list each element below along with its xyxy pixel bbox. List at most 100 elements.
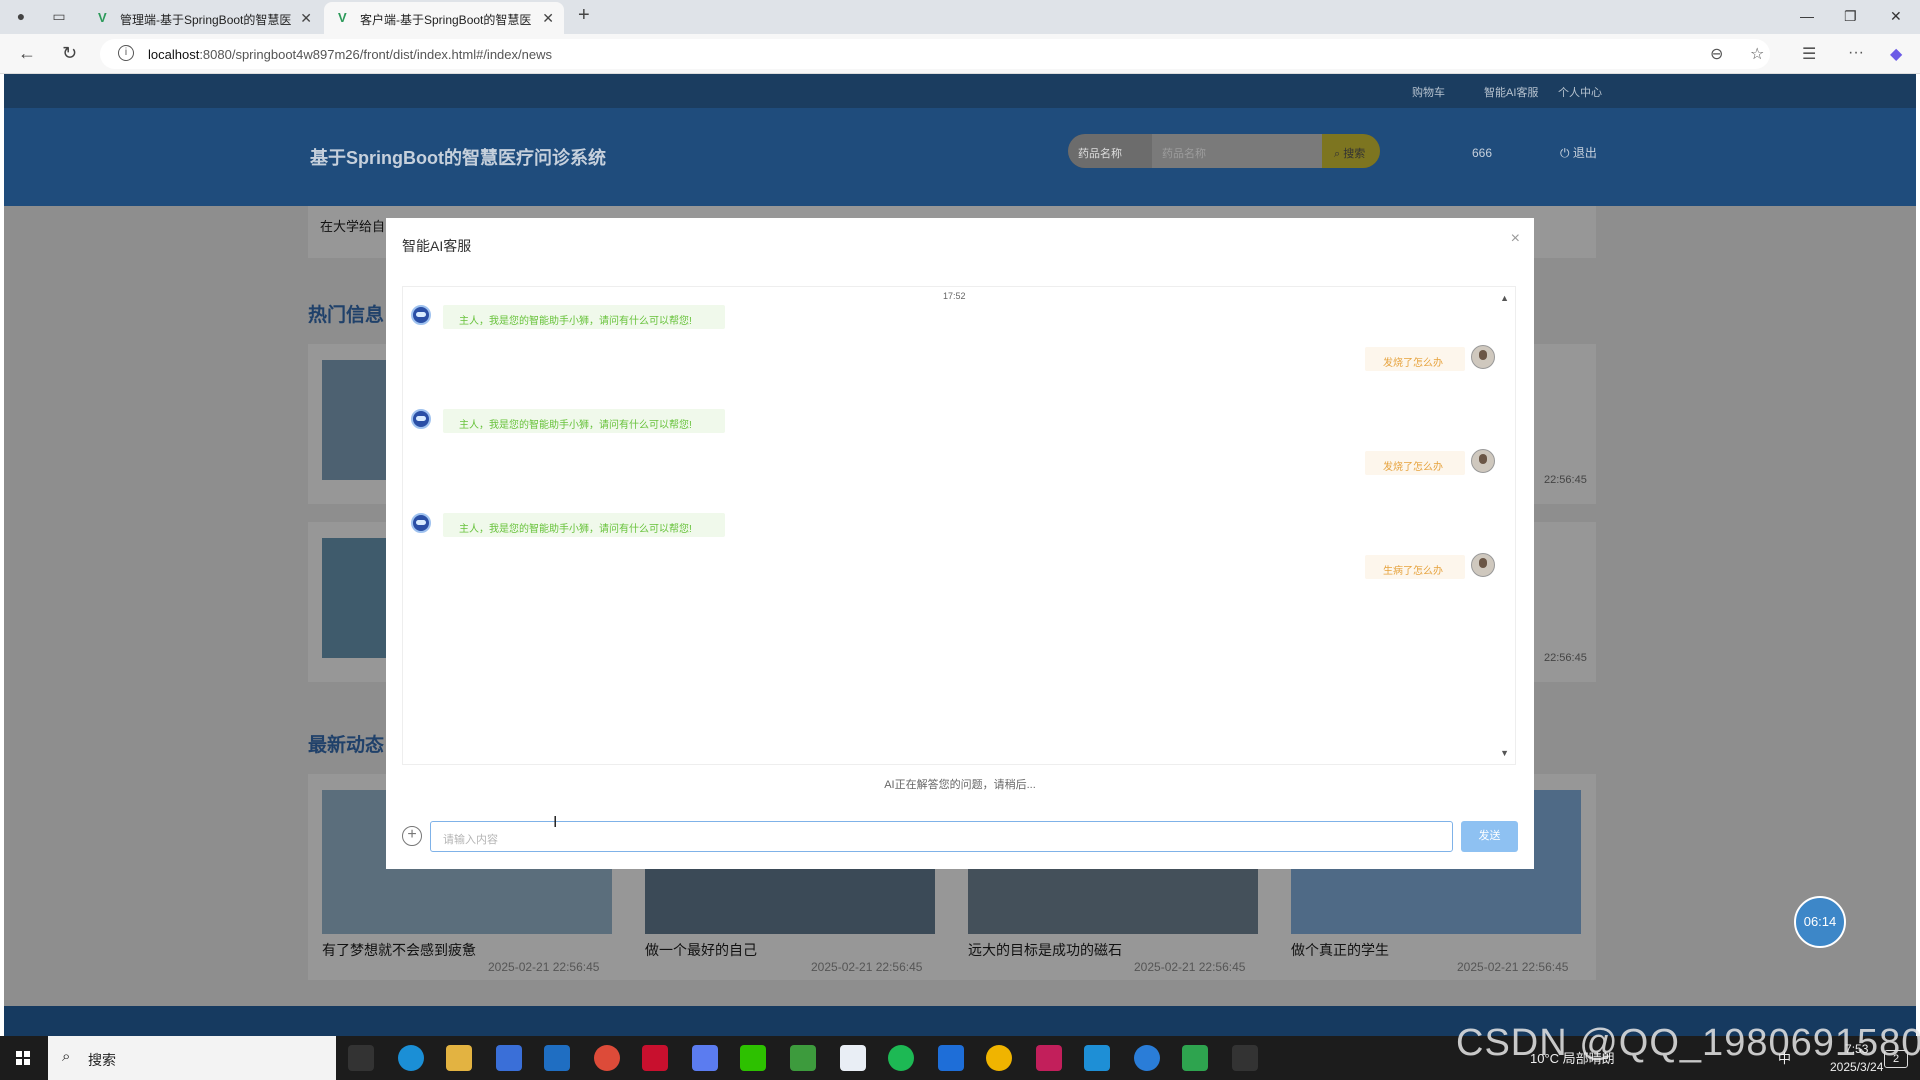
- new-tab-icon[interactable]: +: [578, 4, 590, 27]
- search-button[interactable]: ⌕ 搜索: [1322, 134, 1380, 168]
- vue-favicon-icon: V: [338, 10, 347, 25]
- app-icon[interactable]: [1182, 1045, 1208, 1071]
- search-button-label: 搜索: [1343, 148, 1366, 160]
- store-icon[interactable]: [496, 1045, 522, 1071]
- task-view-icon[interactable]: [348, 1045, 374, 1071]
- top-links-bar: 购物车 智能AI客服 个人中心: [4, 74, 1916, 108]
- app-icon[interactable]: [1134, 1045, 1160, 1071]
- site-logo[interactable]: 基于SpringBoot的智慧医疗问诊系统: [310, 144, 606, 170]
- url-host: localhost: [148, 47, 200, 62]
- logout-link[interactable]: ⏻ 退出: [1560, 144, 1597, 161]
- search-type-select[interactable]: 药品名称: [1068, 134, 1152, 168]
- cart-link[interactable]: 购物车: [1412, 84, 1445, 100]
- hot-date: 22:56:45: [1544, 474, 1587, 486]
- send-button[interactable]: 发送: [1461, 821, 1518, 852]
- hot-section-title: 热门信息: [308, 305, 385, 326]
- app-icon[interactable]: [986, 1045, 1012, 1071]
- site-search: 药品名称 药品名称 ⌕ 搜索: [1068, 134, 1380, 168]
- wps-icon[interactable]: [642, 1045, 668, 1071]
- favorites-icon[interactable]: ☰: [1802, 44, 1816, 64]
- username[interactable]: 666: [1472, 146, 1492, 160]
- news-date: 2025-02-21 22:56:45: [1134, 960, 1246, 974]
- restore-icon[interactable]: ❐: [1844, 8, 1857, 25]
- latest-section-title: 最新动态: [308, 735, 385, 756]
- user-message: 发烧了怎么办: [1365, 347, 1465, 371]
- ai-service-link[interactable]: 智能AI客服: [1484, 84, 1538, 100]
- news-date: 2025-02-21 22:56:45: [811, 960, 923, 974]
- back-icon[interactable]: ←: [18, 43, 36, 64]
- taskbar-search[interactable]: ⌕ 搜索: [48, 1036, 336, 1080]
- timer-badge[interactable]: 06:14: [1794, 896, 1846, 948]
- app-icon[interactable]: [840, 1045, 866, 1071]
- url-path: :8080/springboot4w897m26/front/dist/inde…: [199, 47, 552, 62]
- bot-message: 主人，我是您的智能助手小狮，请问有什么可以帮您!: [443, 513, 725, 537]
- chart-app-icon[interactable]: [790, 1045, 816, 1071]
- copilot-icon[interactable]: ◆: [1890, 44, 1902, 64]
- chat-timestamp: 17:52: [943, 291, 966, 301]
- taskbar-search-label: 搜索: [88, 1052, 116, 1068]
- zoom-icon[interactable]: ⊖: [1710, 44, 1723, 64]
- refresh-icon[interactable]: ↻: [62, 43, 77, 64]
- wechat-icon[interactable]: [740, 1045, 766, 1071]
- browser-titlebar: ● ▭ V 管理端-基于SpringBoot的智慧医 ✕ V 客户端-基于Spr…: [0, 0, 1920, 34]
- scroll-up-icon[interactable]: ▲: [1500, 293, 1509, 303]
- logout-label: 退出: [1572, 146, 1597, 160]
- minimize-icon[interactable]: —: [1800, 8, 1814, 24]
- hot-date: 22:56:45: [1544, 652, 1587, 664]
- search-input[interactable]: 药品名称: [1152, 134, 1322, 168]
- close-icon[interactable]: ×: [1511, 230, 1520, 248]
- chat-history[interactable]: 17:52 ▲ ▼ 主人，我是您的智能助手小狮，请问有什么可以帮您! 发烧了怎么…: [402, 286, 1516, 765]
- site-header: [4, 108, 1916, 206]
- user-message: 发烧了怎么办: [1365, 451, 1465, 475]
- vue-favicon-icon: V: [98, 10, 107, 25]
- close-window-icon[interactable]: ✕: [1890, 8, 1902, 25]
- notification-badge[interactable]: 2: [1884, 1050, 1908, 1068]
- close-tab-icon[interactable]: ✕: [300, 10, 312, 27]
- file-explorer-icon[interactable]: [446, 1045, 472, 1071]
- tab-title: 客户端-基于SpringBoot的智慧医: [360, 13, 532, 27]
- notes-icon[interactable]: [692, 1045, 718, 1071]
- user-avatar: [1471, 345, 1495, 369]
- weather-text[interactable]: 10°C 局部晴朗: [1530, 1048, 1615, 1067]
- site-info-icon[interactable]: i: [118, 45, 134, 61]
- news-title[interactable]: 有了梦想就不会感到疲惫: [322, 940, 476, 960]
- intellij-icon[interactable]: [1036, 1045, 1062, 1071]
- chat-input[interactable]: 请输入内容: [430, 821, 1453, 852]
- favorite-star-icon[interactable]: ☆: [1750, 44, 1764, 64]
- edge-icon[interactable]: [398, 1045, 424, 1071]
- more-icon[interactable]: ···: [1848, 44, 1864, 62]
- taskbar-clock[interactable]: 7:53 2025/3/24: [1830, 1040, 1883, 1076]
- news-title[interactable]: 做一个最好的自己: [645, 940, 757, 960]
- user-avatar: [1471, 553, 1495, 577]
- app-icon[interactable]: [1084, 1045, 1110, 1071]
- tab-admin[interactable]: V 管理端-基于SpringBoot的智慧医 ✕: [84, 2, 322, 34]
- bot-avatar: [411, 409, 431, 429]
- bot-avatar: [411, 305, 431, 325]
- add-attachment-icon[interactable]: +: [402, 826, 422, 846]
- user-center-link[interactable]: 个人中心: [1558, 84, 1602, 100]
- news-title[interactable]: 做个真正的学生: [1291, 940, 1389, 960]
- tab-client[interactable]: V 客户端-基于SpringBoot的智慧医 ✕: [324, 2, 564, 34]
- url-field[interactable]: i localhost:8080/springboot4w897m26/fron…: [100, 39, 1770, 69]
- app-icon[interactable]: [1232, 1045, 1258, 1071]
- outlook-icon[interactable]: [544, 1045, 570, 1071]
- user-message: 生病了怎么办: [1365, 555, 1465, 579]
- news-date: 2025-02-21 22:56:45: [1457, 960, 1569, 974]
- chrome-icon[interactable]: [594, 1045, 620, 1071]
- news-date: 2025-02-21 22:56:45: [488, 960, 600, 974]
- start-button[interactable]: [16, 1051, 30, 1065]
- scroll-down-icon[interactable]: ▼: [1500, 748, 1509, 758]
- search-icon: ⌕: [62, 1048, 71, 1065]
- clock-date: 2025/3/24: [1830, 1060, 1884, 1074]
- app-icon[interactable]: [888, 1045, 914, 1071]
- user-avatar: [1471, 449, 1495, 473]
- profile-icon[interactable]: ●: [12, 8, 30, 26]
- p-app-icon[interactable]: [938, 1045, 964, 1071]
- tab-actions-icon[interactable]: ▭: [50, 8, 68, 26]
- ai-chat-dialog: 智能AI客服 × 17:52 ▲ ▼ 主人，我是您的智能助手小狮，请问有什么可以…: [386, 218, 1534, 869]
- close-tab-icon[interactable]: ✕: [542, 10, 554, 27]
- news-title[interactable]: 远大的目标是成功的磁石: [968, 940, 1122, 960]
- tab-title: 管理端-基于SpringBoot的智慧医: [120, 13, 292, 27]
- bot-message: 主人，我是您的智能助手小狮，请问有什么可以帮您!: [443, 305, 725, 329]
- ime-indicator[interactable]: 中: [1778, 1048, 1791, 1067]
